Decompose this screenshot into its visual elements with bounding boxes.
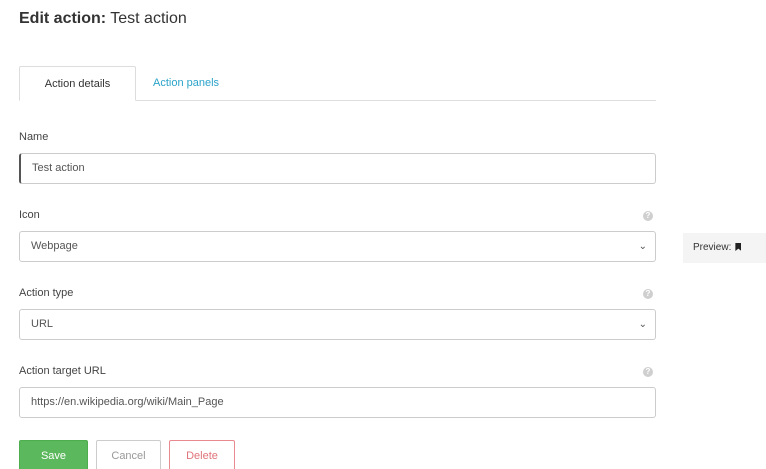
chevron-down-icon: ⌄ [638, 241, 647, 252]
page-title-prefix: Edit action: [19, 10, 107, 27]
preview-label: Preview: [693, 242, 732, 253]
icon-preview: Preview: [683, 233, 766, 263]
bookmark-icon [735, 243, 742, 251]
name-input[interactable]: Test action [19, 153, 656, 184]
chevron-down-icon: ⌄ [638, 319, 647, 330]
target-url-label: Action target URL [19, 365, 106, 377]
action-type-label: Action type [19, 287, 74, 299]
tab-action-details[interactable]: Action details [19, 66, 136, 101]
action-type-help-icon[interactable]: ? [643, 289, 653, 299]
icon-help-icon[interactable]: ? [643, 211, 653, 221]
edit-action-page: Edit action: Test action Action details … [0, 0, 766, 469]
name-label: Name [19, 131, 49, 143]
page-title: Edit action: Test action [19, 10, 187, 28]
save-button[interactable]: Save [19, 440, 88, 469]
icon-select-value: Webpage [31, 240, 78, 252]
target-url-help-icon[interactable]: ? [643, 367, 653, 377]
cancel-button[interactable]: Cancel [96, 440, 161, 469]
action-type-select-value: URL [31, 318, 54, 330]
target-url-input[interactable]: https://en.wikipedia.org/wiki/Main_Page [19, 387, 656, 418]
delete-button[interactable]: Delete [169, 440, 235, 469]
page-title-name: Test action [110, 10, 187, 27]
icon-select[interactable]: Webpage ⌄ [19, 231, 656, 262]
tab-bar: Action details Action panels [19, 66, 656, 101]
tab-action-panels[interactable]: Action panels [139, 66, 233, 100]
action-type-select[interactable]: URL ⌄ [19, 309, 656, 340]
icon-label: Icon [19, 209, 40, 221]
